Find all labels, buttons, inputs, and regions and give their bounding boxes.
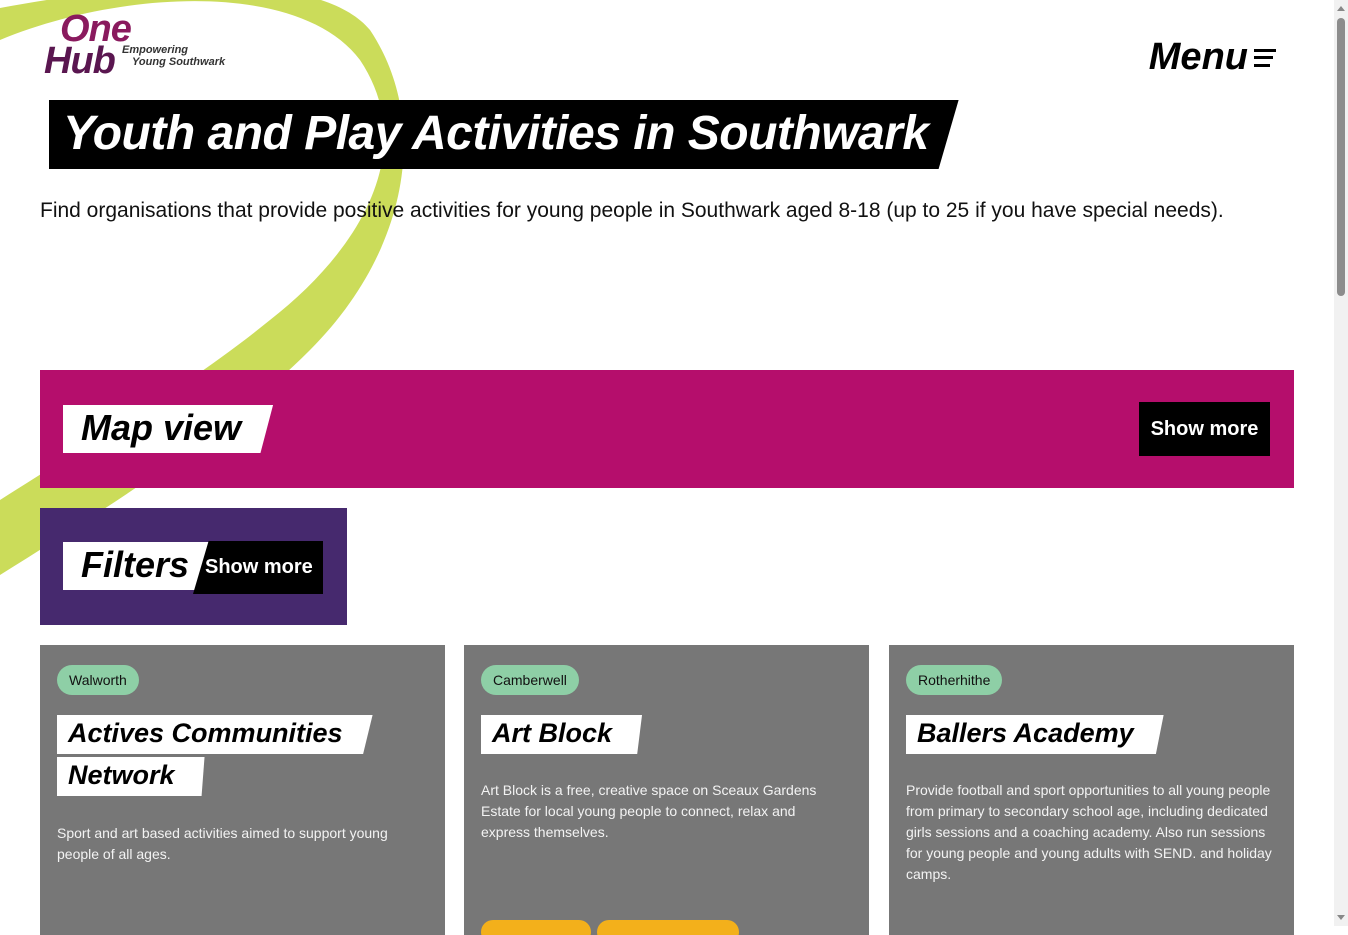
- logo-tagline-1: Empowering: [122, 44, 189, 56]
- menu-button[interactable]: Menu: [1149, 36, 1276, 79]
- vertical-scrollbar[interactable]: [1334, 0, 1348, 926]
- page-title: Youth and Play Activities in Southwark: [49, 100, 959, 169]
- activity-card-actives-communities[interactable]: Walworth Actives Communities Network Spo…: [40, 645, 445, 935]
- activity-card-art-block[interactable]: Camberwell Art Block Art Block is a free…: [464, 645, 869, 935]
- card-title-line-1[interactable]: Art Block: [481, 715, 643, 754]
- map-view-title: Map view: [63, 405, 274, 453]
- scrollbar-thumb[interactable]: [1337, 18, 1345, 296]
- card-title-line-2[interactable]: Network: [57, 757, 205, 796]
- card-title-line-1[interactable]: Ballers Academy: [906, 715, 1164, 754]
- area-tag[interactable]: Rotherhithe: [906, 665, 1003, 695]
- card-description: Art Block is a free, creative space on S…: [481, 782, 817, 840]
- logo-tagline-2: Young Southwark: [132, 56, 226, 68]
- hamburger-menu-icon: [1254, 48, 1276, 67]
- logo-word-hub: Hub: [44, 40, 116, 82]
- filters-panel: Filters Show more: [40, 508, 347, 625]
- scroll-down-arrow-icon[interactable]: [1337, 915, 1345, 920]
- area-tag[interactable]: Walworth: [57, 665, 139, 695]
- area-tag[interactable]: Camberwell: [481, 665, 579, 695]
- intro-text: Find organisations that provide positive…: [40, 199, 1224, 222]
- onehub-logo[interactable]: One Hub Empowering Young Southwark: [44, 8, 234, 84]
- card-title-line-1[interactable]: Actives Communities: [57, 715, 373, 754]
- card-description: Provide football and sport opportunities…: [906, 782, 1272, 882]
- map-view-panel: Map view Show more: [40, 370, 1294, 488]
- card-category-chip[interactable]: [597, 920, 739, 935]
- page-title-block: Youth and Play Activities in Southwark: [49, 100, 959, 169]
- map-show-more-button[interactable]: Show more: [1139, 402, 1270, 456]
- menu-label: Menu: [1148, 36, 1248, 78]
- filters-show-more-button[interactable]: Show more: [193, 541, 323, 594]
- activity-card-ballers-academy[interactable]: Rotherhithe Ballers Academy Provide foot…: [889, 645, 1294, 935]
- scroll-up-arrow-icon[interactable]: [1337, 6, 1345, 11]
- card-category-chip[interactable]: [481, 920, 591, 935]
- card-description: Sport and art based activities aimed to …: [57, 825, 388, 862]
